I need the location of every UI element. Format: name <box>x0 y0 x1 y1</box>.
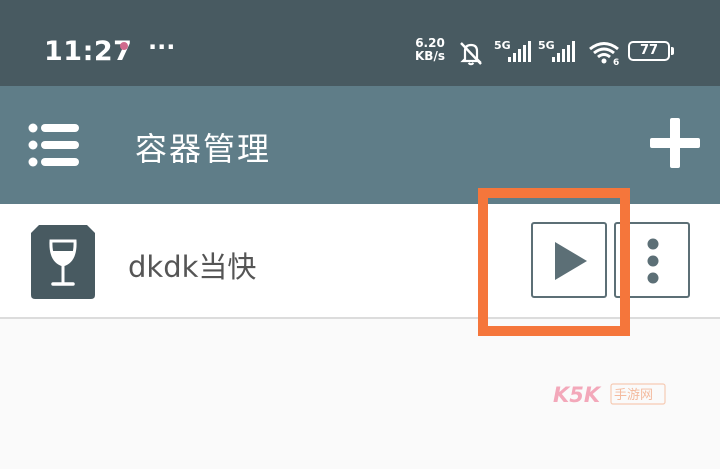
network-speed: 6.20 KB/s <box>415 37 445 63</box>
site-watermark: K5K 手游网 <box>553 382 667 407</box>
status-time: 11:27 <box>44 36 133 67</box>
status-bar: 11:27 ··· 6.20 KB/s 5G 5G 6 77 <box>0 0 720 86</box>
container-name: dkdk当快 <box>128 250 257 284</box>
hamburger-menu-icon[interactable] <box>28 122 80 168</box>
battery-icon: 77 <box>628 41 674 61</box>
add-container-button[interactable] <box>648 116 702 170</box>
more-vertical-icon <box>647 238 659 284</box>
wifi-generation-badge: 6 <box>613 58 619 66</box>
more-notifications-icon: ··· <box>148 33 176 61</box>
watermark-text: 手游网 <box>614 388 653 403</box>
highlight-annotation-box <box>478 188 630 336</box>
plus-icon <box>650 118 700 168</box>
notification-dot-icon <box>120 42 128 50</box>
page-title: 容器管理 <box>135 130 272 168</box>
wine-glass-icon <box>29 223 97 299</box>
mute-bell-icon <box>457 40 485 70</box>
wifi-icon: 6 <box>588 40 622 70</box>
watermark-brand: K5K <box>553 383 602 406</box>
app-bar: 容器管理 <box>0 86 720 204</box>
network-speed-unit: KB/s <box>415 49 445 63</box>
